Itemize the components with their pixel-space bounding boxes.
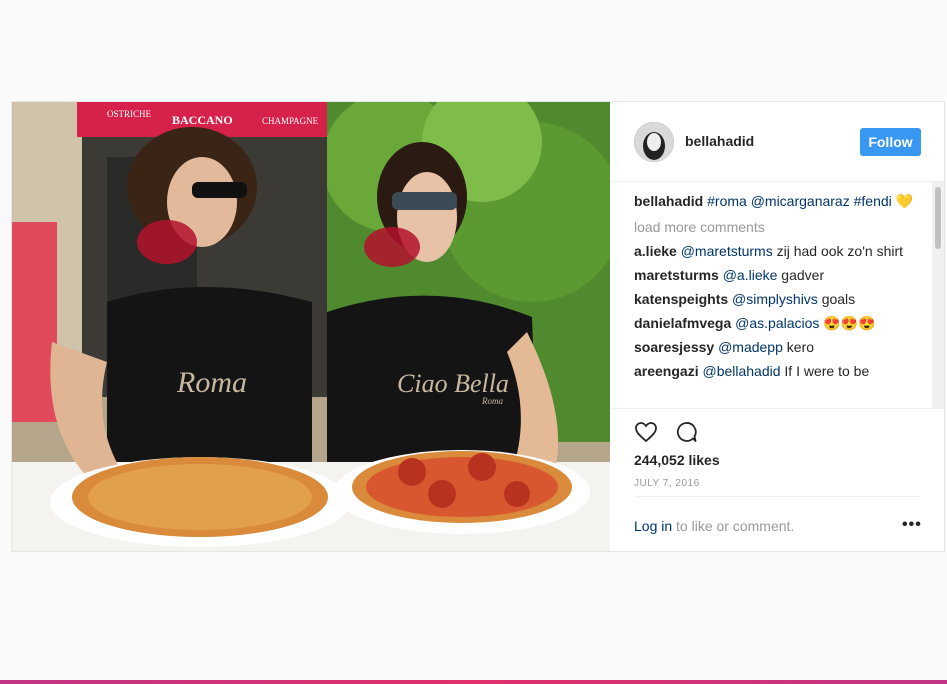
comment-icon[interactable] — [674, 420, 698, 444]
caption-emoji: 💛 — [895, 193, 914, 209]
comment-mention[interactable]: @maretsturms — [681, 243, 773, 259]
shirt-text-right: Ciao Bella — [397, 369, 509, 398]
sign-left: OSTRICHE — [107, 109, 152, 119]
bottom-accent-bar — [0, 680, 947, 684]
scrollbar-thumb[interactable] — [935, 187, 941, 249]
comment-user[interactable]: a.lieke — [634, 243, 677, 259]
post-date: JULY 7, 2016 — [634, 478, 700, 489]
comment-mention[interactable]: @madepp — [718, 339, 783, 355]
comment-text: If I were to be — [784, 363, 870, 379]
shirt-text-right-sub: Roma — [481, 396, 503, 406]
sign-right: CHAMPAGNE — [262, 116, 319, 126]
comments-list: bellahadid #roma @micarganaraz #fendi 💛 … — [634, 192, 924, 409]
comment-mention[interactable]: @bellahadid — [702, 363, 780, 379]
comment-item: a.lieke @maretsturms zij had ook zo'n sh… — [634, 242, 924, 260]
comment-user[interactable]: maretsturms — [634, 267, 719, 283]
comment-user[interactable]: danielafmvega — [634, 315, 731, 331]
comment-item: areengazi @bellahadid If I were to be — [634, 362, 924, 380]
login-text: to like or comment. — [676, 518, 795, 534]
comment-text: kero — [786, 339, 815, 355]
comment-item: danielafmvega @as.palacios 😍😍😍 — [634, 314, 924, 332]
comment-mention[interactable]: @a.lieke — [723, 267, 778, 283]
comment-text: zij had ook zo'n shirt — [776, 243, 904, 259]
caption: bellahadid #roma @micarganaraz #fendi 💛 — [634, 192, 924, 210]
sign-center: BACCANO — [172, 113, 233, 127]
shirt-text-left: Roma — [176, 366, 247, 399]
comment-user[interactable]: areengazi — [634, 363, 699, 379]
heart-icon[interactable] — [634, 420, 658, 444]
comments-scrollbar[interactable] — [932, 182, 944, 409]
avatar-image — [634, 122, 674, 162]
divider — [634, 496, 920, 497]
avatar[interactable] — [634, 122, 674, 162]
post-header: bellahadid Follow — [610, 102, 944, 182]
login-prompt: Log in to like or comment. — [634, 518, 794, 534]
caption-user[interactable]: bellahadid — [634, 193, 703, 209]
comment-item: maretsturms @a.lieke gadver — [634, 266, 924, 284]
comment-text: gadver — [781, 267, 825, 283]
post-sidebar: bellahadid Follow bellahadid #roma @mica… — [610, 102, 944, 551]
comment-text: 😍😍😍 — [823, 315, 876, 331]
comment-mention[interactable]: @simplyshivs — [732, 291, 818, 307]
comment-mention[interactable]: @as.palacios — [735, 315, 819, 331]
likes-count[interactable]: 244,052 likes — [634, 452, 720, 468]
comment-item: katenspeights @simplyshivs goals — [634, 290, 924, 308]
photo-illustration: OSTRICHE BACCANO CHAMPAGNE Roma Ciao Bel… — [12, 102, 610, 551]
comment-user[interactable]: katenspeights — [634, 291, 728, 307]
comment-text: goals — [821, 291, 856, 307]
comment-user[interactable]: soaresjessy — [634, 339, 714, 355]
comment-item: soaresjessy @madepp kero — [634, 338, 924, 356]
follow-button[interactable]: Follow — [860, 128, 921, 156]
load-more-comments[interactable]: load more comments — [634, 218, 924, 236]
post-card: OSTRICHE BACCANO CHAMPAGNE Roma Ciao Bel… — [11, 101, 945, 552]
caption-tags[interactable]: #roma @micarganaraz #fendi — [707, 193, 892, 209]
post-photo[interactable]: OSTRICHE BACCANO CHAMPAGNE Roma Ciao Bel… — [12, 102, 610, 551]
more-icon[interactable]: ••• — [902, 516, 922, 534]
divider — [610, 408, 944, 409]
login-link[interactable]: Log in — [634, 518, 672, 534]
post-username[interactable]: bellahadid — [685, 133, 754, 149]
